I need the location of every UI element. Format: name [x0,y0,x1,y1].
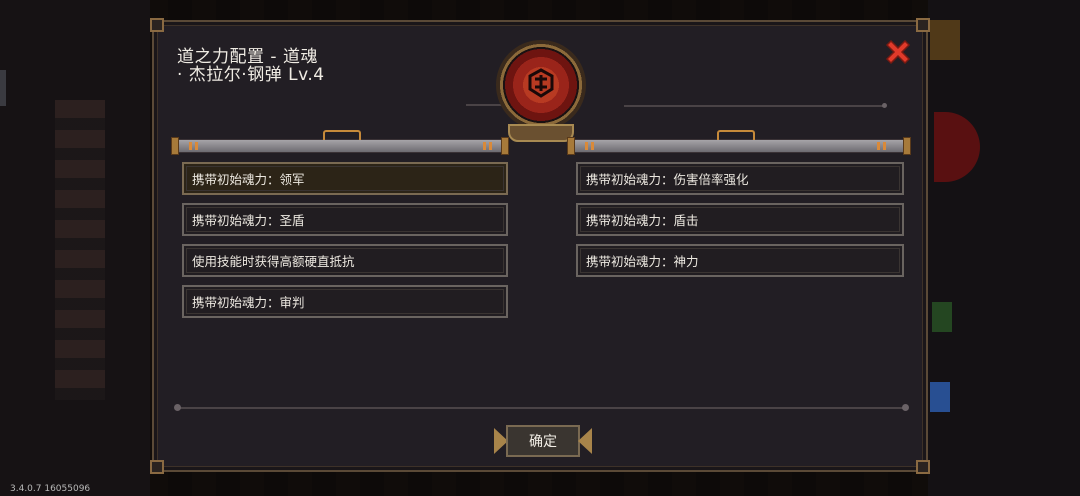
option-item-selected[interactable]: 携带初始魂力：领军 [182,162,508,195]
scroll-cap [567,137,575,155]
scroll-stripe [883,142,886,150]
dao-power-config-dialog: 道之力配置 - 道魂 · 杰拉尔·钢弹 Lv.4 携带初始魂力：领军 携带初始魂… [150,18,930,474]
left-option-list: 携带初始魂力：领军 携带初始魂力：圣盾 使用技能时获得高额硬直抵抗 携带初始魂力… [182,162,508,318]
arrow-right-icon [578,428,592,454]
option-label: 携带初始魂力：圣盾 [192,213,305,228]
option-item[interactable]: 使用技能时获得高额硬直抵抗 [182,244,508,277]
option-label: 携带初始魂力：神力 [586,254,699,269]
divider-dot [882,103,887,108]
background-decoration [0,70,6,106]
scroll-handle [323,130,361,140]
confirm-label: 确定 [529,434,557,450]
dialog-title: 道之力配置 - 道魂 · 杰拉尔·钢弹 Lv.4 [177,48,325,84]
option-label: 携带初始魂力：审判 [192,295,305,310]
scroll-stripe [877,142,880,150]
scroll-stripe [189,142,192,150]
background-character-strip [55,100,105,400]
scroll-stripe [585,142,588,150]
divider-dot [174,404,181,411]
corner-ornament [150,18,164,32]
corner-ornament [150,460,164,474]
emblem [494,40,590,146]
left-scroll-rod [171,130,509,155]
scroll-cap [171,137,179,155]
divider-dot [902,404,909,411]
background-red-orb [934,112,980,182]
option-label: 携带初始魂力：伤害倍率强化 [586,172,749,187]
option-item[interactable]: 携带初始魂力：圣盾 [182,203,508,236]
scroll-stripe [195,142,198,150]
background-left-panel [0,0,150,496]
background-right-panel [928,0,1080,496]
scroll-stripe [483,142,486,150]
option-label: 使用技能时获得高额硬直抵抗 [192,254,355,269]
right-scroll-rod [567,130,911,155]
right-option-list: 携带初始魂力：伤害倍率强化 携带初始魂力：盾击 携带初始魂力：神力 [576,162,904,277]
scroll-handle [717,130,755,140]
red-crest-emblem-icon [528,68,554,98]
option-item[interactable]: 携带初始魂力：伤害倍率强化 [576,162,904,195]
dialog-title-line1: 道之力配置 - 道魂 [177,47,318,67]
emblem-base [508,124,574,142]
option-label: 携带初始魂力：领军 [192,172,305,187]
title-divider-right [624,105,886,107]
corner-ornament [916,18,930,32]
option-item[interactable]: 携带初始魂力：盾击 [576,203,904,236]
confirm-button[interactable]: 确定 [494,422,592,460]
bottom-divider [178,407,906,409]
dialog-title-line2: · 杰拉尔·钢弹 Lv.4 [177,65,325,85]
option-label: 携带初始魂力：盾击 [586,213,699,228]
background-blue-item [930,382,950,412]
confirm-button-body: 确定 [506,425,580,457]
background-arrow-icon [930,20,960,60]
scroll-stripe [489,142,492,150]
scroll-cap [903,137,911,155]
close-button[interactable] [882,36,914,68]
background-green-item [932,302,952,332]
scroll-cap [501,137,509,155]
corner-ornament [916,460,930,474]
version-text: 3.4.0.7 16055096 [10,484,91,494]
option-item[interactable]: 携带初始魂力：神力 [576,244,904,277]
scroll-stripe [591,142,594,150]
red-x-icon [885,39,911,65]
option-item[interactable]: 携带初始魂力：审判 [182,285,508,318]
